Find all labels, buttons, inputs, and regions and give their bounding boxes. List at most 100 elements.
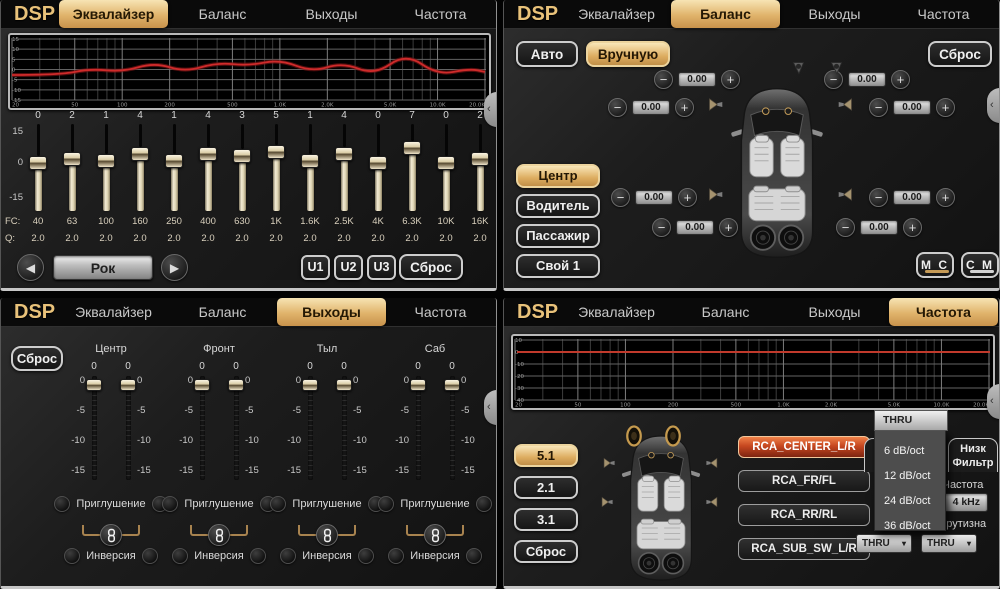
frequency-reset-button[interactable]: Сброс bbox=[514, 540, 578, 563]
tab-lowpass-filter[interactable]: Низк Фильтр bbox=[948, 438, 998, 472]
eq-slider-handle[interactable] bbox=[97, 154, 115, 168]
eq-slider-handle[interactable] bbox=[301, 154, 319, 168]
slope-dropdown-option[interactable]: 12 dB/oct bbox=[875, 464, 945, 489]
cm-unit-button[interactable]: C M bbox=[961, 252, 999, 278]
eq-slider-track[interactable] bbox=[309, 124, 312, 154]
output-slider-track[interactable] bbox=[92, 376, 97, 480]
balance-minus-button[interactable]: − bbox=[869, 188, 888, 207]
eq-slider-handle[interactable] bbox=[437, 156, 455, 170]
output-slider-track[interactable] bbox=[450, 376, 455, 480]
eq-slider-handle[interactable] bbox=[233, 149, 251, 163]
eq-slider-track[interactable] bbox=[411, 124, 414, 141]
eq-slider-handle[interactable] bbox=[199, 147, 217, 161]
eq-slider-track[interactable] bbox=[139, 124, 142, 147]
eq-slider-handle[interactable] bbox=[471, 152, 489, 166]
output-slider-handle[interactable] bbox=[194, 379, 210, 391]
slope-dropdown-selected[interactable]: THRU bbox=[874, 410, 948, 431]
eq-slider-track[interactable] bbox=[207, 124, 210, 147]
panel-collapse-handle[interactable]: ‹ bbox=[987, 384, 1000, 419]
tab-outputs[interactable]: Выходы bbox=[277, 298, 386, 326]
outputs-reset-button[interactable]: Сброс bbox=[11, 346, 63, 371]
balance-plus-button[interactable]: + bbox=[719, 218, 738, 237]
eq-slider-handle[interactable] bbox=[165, 154, 183, 168]
position-button-3[interactable]: Пассажир bbox=[516, 224, 600, 248]
invert-right-toggle[interactable] bbox=[466, 548, 482, 564]
tab-equalizer[interactable]: Эквалайзер bbox=[562, 298, 671, 327]
eq-slider-track[interactable] bbox=[479, 124, 482, 152]
balance-plus-button[interactable]: + bbox=[903, 218, 922, 237]
preset-next-button[interactable]: ▶ bbox=[161, 254, 188, 281]
output-slider-handle[interactable] bbox=[302, 379, 318, 391]
output-slider-track[interactable] bbox=[342, 376, 347, 480]
tab-equalizer[interactable]: Эквалайзер bbox=[59, 0, 168, 28]
tab-outputs[interactable]: Выходы bbox=[277, 0, 386, 29]
output-slider-handle[interactable] bbox=[228, 379, 244, 391]
mode-button-5-1[interactable]: 5.1 bbox=[514, 444, 578, 467]
eq-slider-handle[interactable] bbox=[369, 156, 387, 170]
invert-left-toggle[interactable] bbox=[388, 548, 404, 564]
balance-plus-button[interactable]: + bbox=[721, 70, 740, 89]
eq-slider-track[interactable] bbox=[71, 124, 74, 152]
eq-slider-track[interactable] bbox=[173, 124, 176, 154]
eq-reset-button[interactable]: Сброс bbox=[399, 254, 463, 280]
output-slider-track[interactable] bbox=[234, 376, 239, 480]
eq-slider-handle[interactable] bbox=[267, 145, 285, 159]
tab-frequency[interactable]: Частота bbox=[386, 298, 495, 327]
eq-slider-track[interactable] bbox=[105, 124, 108, 154]
slope-dropdown-option[interactable]: 36 dB/oct bbox=[875, 514, 945, 539]
invert-left-toggle[interactable] bbox=[172, 548, 188, 564]
channel-link-button[interactable] bbox=[316, 524, 338, 546]
balance-plus-button[interactable]: + bbox=[891, 70, 910, 89]
eq-slider-handle[interactable] bbox=[403, 141, 421, 155]
tab-balance[interactable]: Баланс bbox=[671, 298, 780, 327]
output-slider-track[interactable] bbox=[126, 376, 131, 480]
output-slider-track[interactable] bbox=[200, 376, 205, 480]
channel-link-button[interactable] bbox=[100, 524, 122, 546]
eq-slider-track[interactable] bbox=[343, 124, 346, 147]
balance-minus-button[interactable]: − bbox=[836, 218, 855, 237]
balance-value-field[interactable]: 0.00 bbox=[893, 100, 931, 115]
slope-dropdown-option[interactable]: 6 dB/oct bbox=[875, 439, 945, 464]
output-slider-handle[interactable] bbox=[120, 379, 136, 391]
eq-slider-track[interactable] bbox=[37, 124, 40, 156]
preset-prev-button[interactable]: ◀ bbox=[17, 254, 44, 281]
tab-frequency[interactable]: Частота bbox=[889, 0, 998, 29]
channel-link-button[interactable] bbox=[208, 524, 230, 546]
balance-minus-button[interactable]: − bbox=[654, 70, 673, 89]
panel-collapse-handle[interactable]: ‹ bbox=[484, 92, 497, 127]
balance-value-field[interactable]: 0.00 bbox=[848, 72, 886, 87]
tab-outputs[interactable]: Выходы bbox=[780, 0, 889, 29]
eq-slider-handle[interactable] bbox=[29, 156, 47, 170]
mute-left-toggle[interactable] bbox=[378, 496, 394, 512]
tab-balance[interactable]: Баланс bbox=[168, 0, 277, 29]
mute-left-toggle[interactable] bbox=[162, 496, 178, 512]
eq-slider-handle[interactable] bbox=[63, 152, 81, 166]
eq-slider-track[interactable] bbox=[445, 124, 448, 156]
eq-slider-handle[interactable] bbox=[335, 147, 353, 161]
balance-minus-button[interactable]: − bbox=[608, 98, 627, 117]
tab-frequency[interactable]: Частота bbox=[889, 298, 998, 326]
output-slider-track[interactable] bbox=[416, 376, 421, 480]
rca-channel-button-3[interactable]: RCA_SUB_SW_L/R bbox=[738, 538, 870, 560]
balance-plus-button[interactable]: + bbox=[678, 188, 697, 207]
balance-value-field[interactable]: 0.00 bbox=[860, 220, 898, 235]
mc-unit-button[interactable]: M C bbox=[916, 252, 954, 278]
tab-frequency[interactable]: Частота bbox=[386, 0, 495, 29]
output-slider-handle[interactable] bbox=[410, 379, 426, 391]
rca-channel-button-2[interactable]: RCA_RR/RL bbox=[738, 504, 870, 526]
eq-slider-track[interactable] bbox=[241, 124, 244, 149]
mute-left-toggle[interactable] bbox=[54, 496, 70, 512]
tab-equalizer[interactable]: Эквалайзер bbox=[562, 0, 671, 29]
balance-minus-button[interactable]: − bbox=[611, 188, 630, 207]
eq-slider-handle[interactable] bbox=[131, 147, 149, 161]
panel-collapse-handle[interactable]: ‹ bbox=[987, 88, 1000, 123]
tab-equalizer[interactable]: Эквалайзер bbox=[59, 298, 168, 327]
tab-balance[interactable]: Баланс bbox=[671, 0, 780, 28]
output-slider-track[interactable] bbox=[308, 376, 313, 480]
user-preset-button-u3[interactable]: U3 bbox=[367, 255, 396, 280]
rca-channel-button-1[interactable]: RCA_FR/FL bbox=[738, 470, 870, 492]
user-preset-button-u2[interactable]: U2 bbox=[334, 255, 363, 280]
rca-channel-button-0[interactable]: RCA_CENTER_L/R bbox=[738, 436, 870, 458]
tab-outputs[interactable]: Выходы bbox=[780, 298, 889, 327]
mute-left-toggle[interactable] bbox=[270, 496, 286, 512]
